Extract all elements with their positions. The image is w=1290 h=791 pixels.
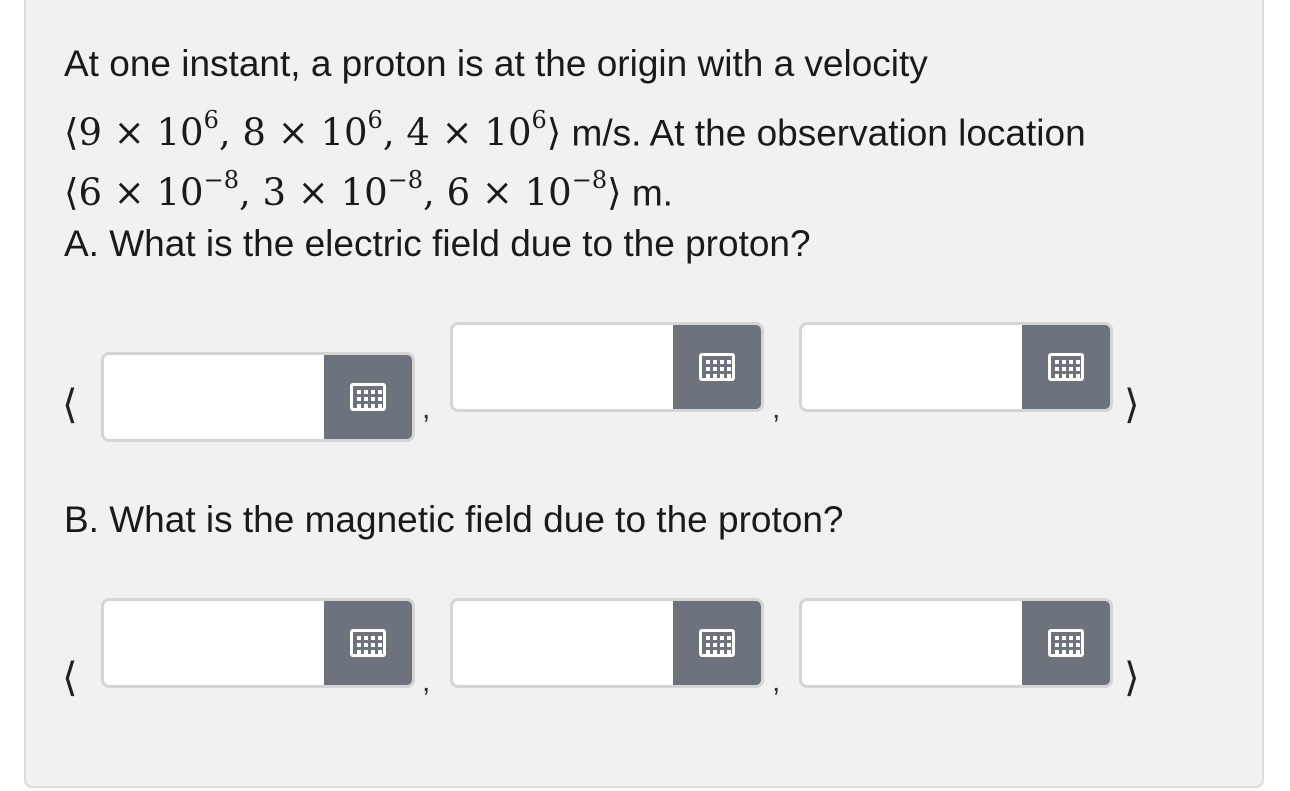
- part-a-y-keyboard-button[interactable]: [673, 325, 761, 409]
- part-b-x-input[interactable]: [104, 601, 326, 685]
- part-b-x-keyboard-button[interactable]: [324, 601, 412, 685]
- problem-line-1: At one instant, a proton is at the origi…: [64, 42, 928, 86]
- location-close-bracket: ⟩: [607, 171, 622, 215]
- velocity-z-exponent: 6: [531, 106, 547, 134]
- part-a-x-keyboard-button[interactable]: [324, 355, 412, 439]
- location-x-component: 6 × 10: [78, 171, 204, 215]
- velocity-y-component: , 8 × 10: [218, 111, 368, 155]
- part-a-comma-2: ,: [772, 392, 781, 425]
- part-a-comma-1: ,: [422, 392, 431, 425]
- location-open-bracket: ⟨: [64, 171, 79, 215]
- part-a-x-input[interactable]: [104, 355, 326, 439]
- keyboard-icon: [699, 629, 735, 657]
- location-x-exponent: −8: [203, 166, 239, 194]
- part-a-open-bracket: ⟨: [62, 382, 78, 428]
- velocity-x-component: 9 × 10: [78, 111, 204, 155]
- part-b-comma-1: ,: [422, 665, 431, 698]
- part-b-y-input[interactable]: [453, 601, 675, 685]
- problem-line-3: ⟨6 × 10−8, 3 × 10−8, 6 × 10−8⟩ m.: [64, 162, 673, 215]
- keyboard-icon: [699, 353, 735, 381]
- velocity-close-bracket: ⟩: [546, 111, 562, 155]
- part-b-comma-2: ,: [772, 665, 781, 698]
- part-a-question: A. What is the electric field due to the…: [64, 223, 811, 264]
- part-b-open-bracket: ⟨: [62, 655, 78, 701]
- part-b-z-input[interactable]: [802, 601, 1024, 685]
- velocity-y-exponent: 6: [367, 106, 383, 134]
- velocity-z-component: , 4 × 10: [382, 111, 532, 155]
- part-a-z-keyboard-button[interactable]: [1022, 325, 1110, 409]
- keyboard-icon: [1048, 629, 1084, 657]
- location-vector: ⟨6 × 10−8, 3 × 10−8, 6 × 10−8⟩: [64, 166, 622, 215]
- part-b-close-bracket: ⟩: [1124, 655, 1140, 701]
- part-a-z-field: [799, 322, 1113, 412]
- velocity-vector: ⟨9 × 106, 8 × 106, 4 × 106⟩: [64, 106, 562, 155]
- location-z-component: , 6 × 10: [423, 171, 572, 215]
- part-b-y-field: [450, 598, 764, 688]
- location-y-component: , 3 × 10: [238, 171, 388, 215]
- keyboard-icon: [1048, 353, 1084, 381]
- part-b-z-field: [799, 598, 1113, 688]
- part-b-question: B. What is the magnetic field due to the…: [64, 499, 844, 540]
- part-a-x-field: [101, 352, 415, 442]
- location-z-exponent: −8: [571, 166, 608, 194]
- location-unit-text: m.: [621, 172, 673, 214]
- part-b-z-keyboard-button[interactable]: [1022, 601, 1110, 685]
- location-y-exponent: −8: [387, 166, 424, 194]
- problem-line-2: ⟨9 × 106, 8 × 106, 4 × 106⟩ m/s. At the …: [64, 102, 1086, 155]
- velocity-open-bracket: ⟨: [64, 111, 79, 155]
- problem-text: At one instant, a proton is at the origi…: [64, 43, 928, 84]
- part-b-y-keyboard-button[interactable]: [673, 601, 761, 685]
- keyboard-icon: [350, 629, 386, 657]
- part-b-x-field: [101, 598, 415, 688]
- part-a-y-input[interactable]: [453, 325, 675, 409]
- part-a-y-field: [450, 322, 764, 412]
- part-a-z-input[interactable]: [802, 325, 1024, 409]
- keyboard-icon: [350, 383, 386, 411]
- velocity-unit-text: m/s. At the observation location: [561, 112, 1086, 154]
- velocity-x-exponent: 6: [203, 106, 219, 134]
- part-a-close-bracket: ⟩: [1124, 382, 1140, 428]
